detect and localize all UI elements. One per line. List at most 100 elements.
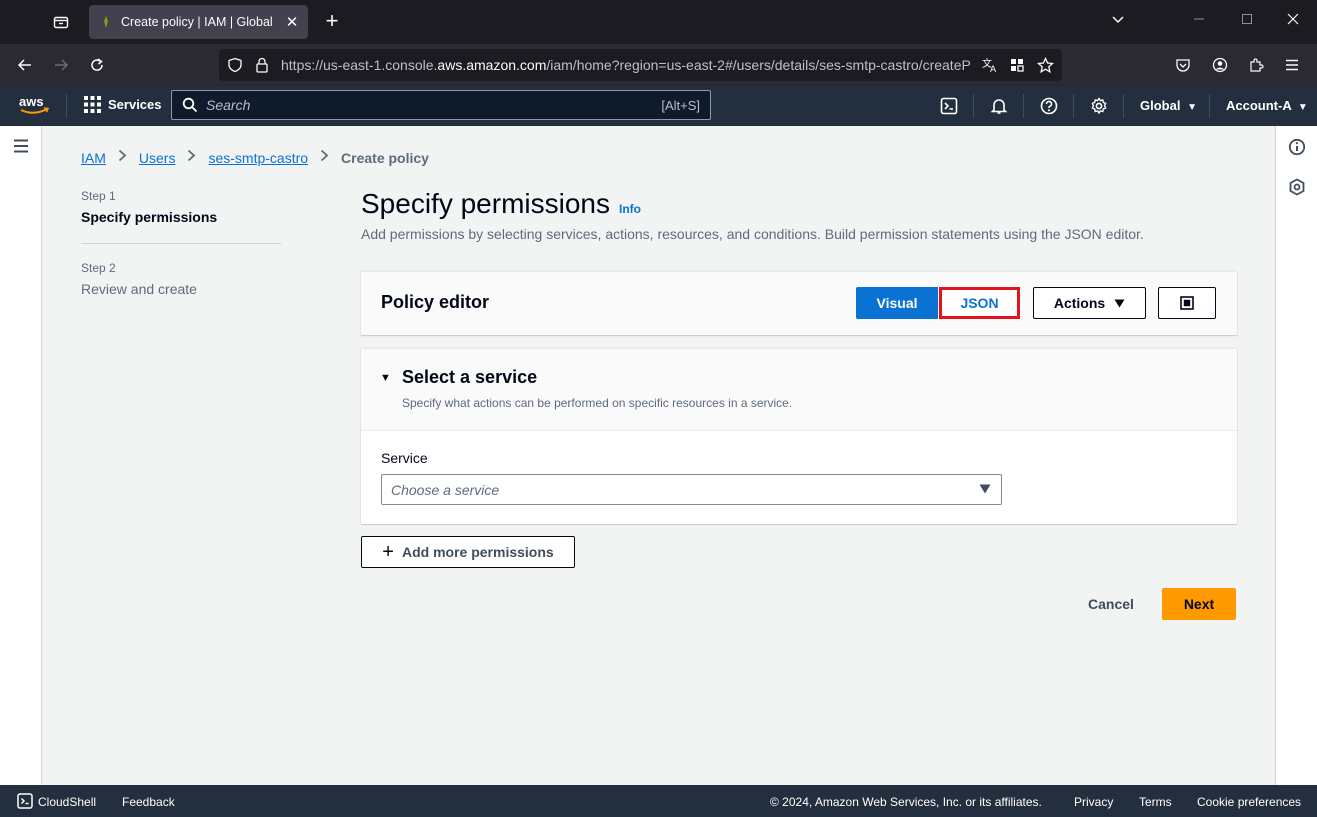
maximize-icon[interactable] xyxy=(1237,12,1257,28)
page-description: Add permissions by selecting services, a… xyxy=(361,226,1144,242)
pocket-icon[interactable] xyxy=(1171,53,1195,77)
nav-divider xyxy=(66,94,67,118)
next-button[interactable]: Next xyxy=(1162,588,1236,620)
cancel-button[interactable]: Cancel xyxy=(1072,588,1150,620)
footer-cloudshell[interactable]: CloudShell xyxy=(38,795,96,809)
tab-close-icon[interactable]: ✕ xyxy=(284,13,300,31)
breadcrumb-chevron-icon xyxy=(187,149,196,167)
browser-nav-bar: https://us-east-1.console.aws.amazon.com… xyxy=(0,44,1317,86)
url-bar[interactable]: https://us-east-1.console.aws.amazon.com… xyxy=(219,49,1062,81)
service-placeholder: Choose a service xyxy=(391,482,500,498)
step-2-title: Review and create xyxy=(81,281,197,297)
url-text[interactable]: https://us-east-1.console.aws.amazon.com… xyxy=(281,57,971,73)
new-tab-icon[interactable]: + xyxy=(320,10,344,34)
svg-text:A: A xyxy=(990,65,997,74)
nav-divider xyxy=(1209,94,1210,118)
breadcrumb-user[interactable]: ses-smtp-castro xyxy=(208,150,308,166)
add-more-permissions-button[interactable]: + Add more permissions xyxy=(361,536,575,568)
services-label: Services xyxy=(108,97,162,112)
browser-tab[interactable]: Create policy | IAM | Global ✕ xyxy=(89,5,308,39)
info-link[interactable]: Info xyxy=(619,202,641,216)
breadcrumb-users[interactable]: Users xyxy=(139,150,176,166)
service-select[interactable]: Choose a service xyxy=(381,474,1002,505)
footer-privacy[interactable]: Privacy xyxy=(1074,795,1113,809)
window-close-icon[interactable] xyxy=(1283,12,1303,28)
lock-icon[interactable] xyxy=(253,56,271,74)
footer-terms[interactable]: Terms xyxy=(1139,795,1172,809)
policy-editor-card: Policy editor Visual JSON Actions xyxy=(361,271,1237,335)
policy-editor-title: Policy editor xyxy=(381,292,490,312)
account-caret-icon: ▼ xyxy=(1297,102,1308,113)
breadcrumb-chevron-icon xyxy=(118,149,127,167)
actions-dropdown-button[interactable]: Actions xyxy=(1033,287,1146,319)
nav-divider xyxy=(1023,94,1024,118)
shield-icon[interactable] xyxy=(226,56,244,74)
main-header: Specify permissions Info Add permissions… xyxy=(361,188,1237,242)
breadcrumb-current: Create policy xyxy=(341,150,429,166)
wizard-steps: Step 1 Specify permissions Step 2 Review… xyxy=(81,189,281,297)
services-menu-button[interactable]: Services xyxy=(84,96,162,113)
select-service-title: Select a service xyxy=(402,367,538,387)
settings-gear-icon[interactable] xyxy=(1089,96,1109,116)
tab-title: Create policy | IAM | Global xyxy=(121,15,273,29)
info-panel-icon[interactable] xyxy=(1288,138,1306,156)
region-selector[interactable]: Global ▼ xyxy=(1140,98,1197,113)
collapse-caret-icon[interactable]: ▼ xyxy=(380,372,391,384)
extensions-grid-icon[interactable] xyxy=(1008,56,1026,74)
footer-copyright: © 2024, Amazon Web Services, Inc. or its… xyxy=(770,795,1042,809)
account-label: Account-A xyxy=(1226,98,1292,113)
browser-tab-bar: Create policy | IAM | Global ✕ + xyxy=(0,0,1317,44)
security-hub-icon[interactable] xyxy=(1288,178,1306,196)
svg-text:aws: aws xyxy=(19,94,44,109)
side-nav-toggle-icon[interactable] xyxy=(12,138,30,154)
translate-icon[interactable]: 文A xyxy=(981,56,999,74)
visual-editor-toggle[interactable]: Visual xyxy=(856,287,938,319)
forward-icon[interactable] xyxy=(49,53,73,77)
help-icon[interactable] xyxy=(1039,96,1059,116)
breadcrumb-iam[interactable]: IAM xyxy=(81,150,106,166)
select-service-card: ▼ Select a service Specify what actions … xyxy=(361,348,1237,524)
add-more-label: Add more permissions xyxy=(401,544,554,560)
account-selector[interactable]: Account-A ▼ xyxy=(1226,98,1308,113)
breadcrumb: IAM Users ses-smtp-castro Create policy xyxy=(81,149,429,167)
app-menu-icon[interactable] xyxy=(1280,53,1304,77)
plus-icon: + xyxy=(382,541,394,563)
json-editor-toggle[interactable]: JSON xyxy=(939,287,1020,319)
back-icon[interactable] xyxy=(13,53,37,77)
bookmark-star-icon[interactable] xyxy=(1036,56,1054,74)
tab-list-icon[interactable] xyxy=(48,9,74,35)
step-1-title[interactable]: Specify permissions xyxy=(81,209,281,225)
reload-icon[interactable] xyxy=(85,53,109,77)
select-service-header[interactable]: ▼ Select a service Specify what actions … xyxy=(361,349,1237,431)
console-footer: CloudShell Feedback © 2024, Amazon Web S… xyxy=(0,785,1317,817)
footer-feedback[interactable]: Feedback xyxy=(122,795,175,809)
fullscreen-button[interactable] xyxy=(1158,287,1216,319)
service-field-label: Service xyxy=(381,450,428,466)
nav-divider xyxy=(1073,94,1074,118)
nav-divider xyxy=(973,94,974,118)
actions-label: Actions xyxy=(1053,295,1106,311)
url-prefix: https://us-east-1.console. xyxy=(281,57,438,73)
minimize-icon[interactable] xyxy=(1189,12,1209,28)
console-search-input[interactable]: Search [Alt+S] xyxy=(171,90,711,120)
page-body: IAM Users ses-smtp-castro Create policy … xyxy=(0,126,1317,785)
account-icon[interactable] xyxy=(1208,53,1232,77)
side-nav-rail xyxy=(0,126,42,785)
search-shortcut: [Alt+S] xyxy=(661,97,700,113)
aws-top-nav: aws Services Search [Alt+S] Global ▼ Acc… xyxy=(0,86,1317,126)
tab-overflow-chevron-icon[interactable] xyxy=(1108,12,1128,29)
search-icon xyxy=(182,97,198,113)
fullscreen-icon xyxy=(1180,296,1194,310)
cloudshell-icon[interactable] xyxy=(17,793,33,809)
url-domain: aws.amazon.com xyxy=(437,57,547,73)
page-title: Specify permissions xyxy=(361,188,610,219)
footer-cookie-preferences[interactable]: Cookie preferences xyxy=(1197,795,1301,809)
notifications-bell-icon[interactable] xyxy=(989,96,1009,116)
aws-favicon-icon xyxy=(104,16,108,28)
step-1-number: Step 1 xyxy=(81,189,116,203)
select-caret-icon xyxy=(979,484,991,494)
extensions-puzzle-icon[interactable] xyxy=(1244,53,1268,77)
aws-logo-icon[interactable]: aws xyxy=(19,94,51,118)
region-label: Global xyxy=(1140,98,1181,113)
cloudshell-icon[interactable] xyxy=(939,96,959,116)
